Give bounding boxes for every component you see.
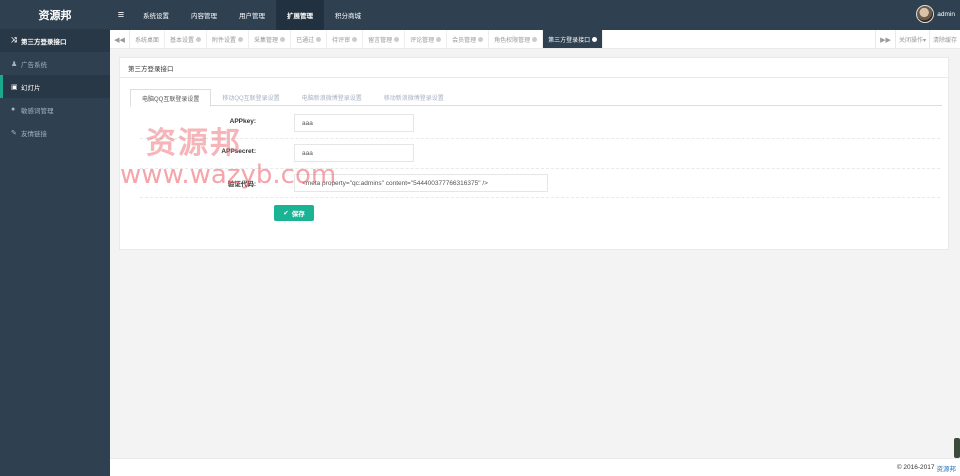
appkey-input[interactable]: aaa: [294, 114, 414, 132]
close-icon[interactable]: [532, 37, 538, 42]
page-tab[interactable]: 基本设置: [165, 30, 208, 48]
username: admin: [937, 10, 955, 18]
side-scroll-widget[interactable]: [954, 438, 960, 458]
tab-pc-qq-login[interactable]: 电脑QQ互联登录设置: [130, 89, 212, 107]
shuffle-icon: ⤨: [11, 37, 17, 44]
topnav-content-management[interactable]: 内容管理: [180, 0, 228, 30]
page-tab[interactable]: 采集管理: [249, 30, 292, 48]
clear-cache-button[interactable]: 清除缓存: [928, 30, 960, 49]
sidebar: 资源邦 ⤨ 第三方登录接口 ♟ 广告系统 ▣ 幻灯片 ● 敏感词管理 ✎ 友情链…: [0, 0, 110, 476]
close-icon[interactable]: [478, 37, 484, 42]
form-row-appkey: APPkey: aaa: [140, 110, 940, 139]
footer: © 2016-2017 资源邦: [110, 458, 960, 476]
top-navbar: ≡ 系统设置 内容管理 用户管理 扩展管理 积分商城 admin: [110, 0, 960, 30]
close-icon[interactable]: [436, 37, 442, 42]
close-icon[interactable]: [280, 37, 286, 42]
sidebar-item-ads[interactable]: ♟ 广告系统: [0, 52, 110, 75]
sidebar-item-friend-links[interactable]: ✎ 友情链接: [0, 121, 110, 144]
tabs-actions: ▶▶ 关闭操作▾ 清除缓存: [874, 30, 960, 49]
close-operations-dropdown[interactable]: 关闭操作▾: [894, 30, 929, 49]
watermark-url: www.wazyb.com: [120, 160, 337, 190]
sidebar-item-third-party-login[interactable]: ⤨ 第三方登录接口: [0, 30, 110, 52]
topnav-system-settings[interactable]: 系统设置: [132, 0, 180, 30]
page-tab[interactable]: 留言管理: [363, 30, 406, 48]
tab-mobile-qq-login[interactable]: 移动QQ互联登录设置: [211, 89, 290, 106]
save-button[interactable]: ✔ 保存: [274, 205, 314, 221]
sidebar-item-label: 广告系统: [21, 61, 47, 69]
close-icon[interactable]: [196, 37, 202, 42]
form-tabs: 电脑QQ互联登录设置 移动QQ互联登录设置 电脑新浪微博登录设置 移动新浪微博登…: [130, 89, 942, 107]
close-icon[interactable]: [592, 37, 598, 42]
page-tab[interactable]: 系统桌面: [130, 30, 166, 48]
page-tab[interactable]: 已通过: [291, 30, 328, 48]
page-tab-active[interactable]: 第三方登录接口: [543, 30, 604, 48]
close-icon[interactable]: [394, 37, 400, 42]
copyright-text: © 2016-2017: [896, 464, 935, 471]
settings-card: 第三方登录接口 电脑QQ互联登录设置 移动QQ互联登录设置 电脑新浪微博登录设置…: [119, 57, 949, 250]
hamburger-menu-icon[interactable]: ≡: [110, 9, 132, 21]
page-tab[interactable]: 会员管理: [447, 30, 490, 48]
tabs-scroll-left-icon[interactable]: ◀◀: [110, 30, 130, 49]
watermark-logo: 资源邦: [146, 126, 242, 161]
brand-logo: 资源邦: [0, 0, 110, 30]
topnav-extension-management[interactable]: 扩展管理: [276, 0, 324, 30]
page-tab[interactable]: 待评审: [327, 30, 364, 48]
close-icon[interactable]: [238, 37, 244, 42]
top-nav: 系统设置 内容管理 用户管理 扩展管理 积分商城: [132, 0, 372, 30]
picture-icon: ▣: [11, 83, 18, 91]
sidebar-item-label: 友情链接: [21, 130, 47, 138]
page-tabs-bar: ◀◀ 系统桌面 基本设置 附件设置 采集管理 已通过 待评审 留言管理 评论管理…: [110, 30, 960, 49]
footer-link[interactable]: 资源邦: [937, 463, 957, 473]
drop-icon: ●: [11, 106, 16, 113]
sidebar-item-slides[interactable]: ▣ 幻灯片: [0, 75, 110, 98]
topnav-user-management[interactable]: 用户管理: [228, 0, 276, 30]
page-tab[interactable]: 评论管理: [405, 30, 448, 48]
user-icon: ♟: [11, 60, 18, 68]
page-tab[interactable]: 角色权限管理: [489, 30, 544, 48]
tab-pc-weibo-login[interactable]: 电脑新浪微博登录设置: [291, 89, 373, 106]
link-icon: ✎: [11, 129, 17, 137]
close-icon[interactable]: [352, 37, 358, 42]
sidebar-item-sensitive-words[interactable]: ● 敏感词管理: [0, 98, 110, 121]
page-tab[interactable]: 附件设置: [207, 30, 250, 48]
page-title: 第三方登录接口: [120, 58, 948, 78]
check-icon: ✔: [283, 210, 289, 217]
avatar: [916, 5, 935, 23]
sidebar-item-label: 敏感词管理: [21, 107, 54, 115]
sidebar-item-label: 幻灯片: [21, 84, 41, 92]
close-icon[interactable]: [316, 37, 322, 42]
tab-mobile-weibo-login[interactable]: 移动新浪微博登录设置: [373, 89, 455, 106]
page-tabs: 系统桌面 基本设置 附件设置 采集管理 已通过 待评审 留言管理 评论管理 会员…: [130, 30, 875, 48]
topnav-points-mall[interactable]: 积分商城: [324, 0, 372, 30]
sidebar-item-label: 第三方登录接口: [21, 39, 67, 46]
tabs-scroll-right-icon[interactable]: ▶▶: [874, 30, 895, 49]
user-menu[interactable]: admin: [916, 5, 955, 23]
